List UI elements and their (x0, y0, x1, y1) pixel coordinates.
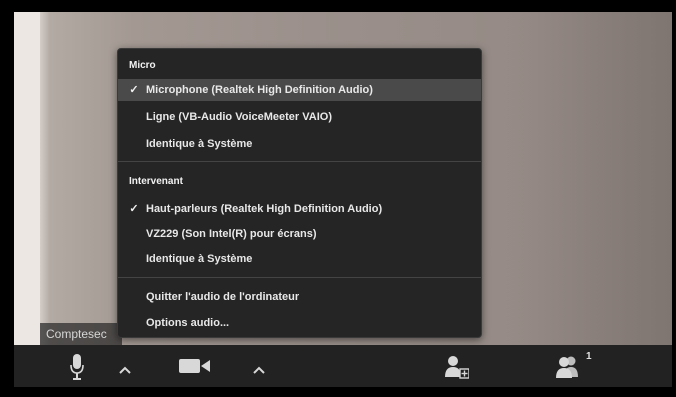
menu-item-label: Haut-parleurs (Realtek High Definition A… (146, 203, 383, 215)
menu-item-label: Ligne (VB-Audio VoiceMeeter VAIO) (146, 111, 332, 123)
menu-header-intervenant: Intervenant (129, 176, 183, 187)
menu-item-label: Quitter l'audio de l'ordinateur (146, 291, 300, 303)
participants-icon[interactable] (553, 354, 583, 380)
menu-item-speaker-same-as-system[interactable]: Identique à Système (118, 248, 481, 270)
checkmark-icon: ✓ (129, 84, 139, 96)
video-camera-icon[interactable] (177, 356, 213, 376)
menu-item-label: Identique à Système (146, 138, 253, 150)
caret-up-icon[interactable] (250, 363, 268, 377)
menu-divider (118, 277, 481, 278)
menu-item-label: Microphone (Realtek High Definition Audi… (146, 84, 373, 96)
menu-item-leave-computer-audio[interactable]: Quitter l'audio de l'ordinateur (118, 286, 481, 308)
menu-item-label: Options audio... (146, 317, 230, 329)
caret-up-icon[interactable] (116, 363, 134, 377)
meeting-toolbar: 1 (14, 345, 672, 387)
participants-count: 1 (586, 351, 592, 362)
window-frame: Comptesec Micro ✓ Microphone (Realtek Hi… (0, 0, 676, 397)
menu-item-audio-options[interactable]: Options audio... (118, 312, 481, 334)
audio-device-menu: Micro ✓ Microphone (Realtek High Definit… (117, 48, 482, 338)
menu-item-mic-same-as-system[interactable]: Identique à Système (118, 133, 481, 155)
video-wall-edge (14, 12, 40, 345)
menu-header-micro: Micro (129, 60, 156, 71)
menu-divider (118, 161, 481, 162)
checkmark-icon: ✓ (129, 203, 139, 215)
menu-item-mic-realtek[interactable]: ✓ Microphone (Realtek High Definition Au… (118, 79, 481, 101)
menu-item-speaker-realtek[interactable]: ✓ Haut-parleurs (Realtek High Definition… (118, 198, 481, 220)
participant-name-label: Comptesec (40, 323, 122, 345)
add-participant-icon[interactable] (444, 354, 470, 380)
menu-item-label: VZ229 (Son Intel(R) pour écrans) (146, 228, 317, 240)
menu-item-mic-line[interactable]: Ligne (VB-Audio VoiceMeeter VAIO) (118, 106, 481, 128)
microphone-icon[interactable] (66, 353, 88, 381)
menu-item-speaker-vz229[interactable]: VZ229 (Son Intel(R) pour écrans) (118, 223, 481, 245)
video-shade (512, 12, 672, 345)
menu-item-label: Identique à Système (146, 253, 253, 265)
